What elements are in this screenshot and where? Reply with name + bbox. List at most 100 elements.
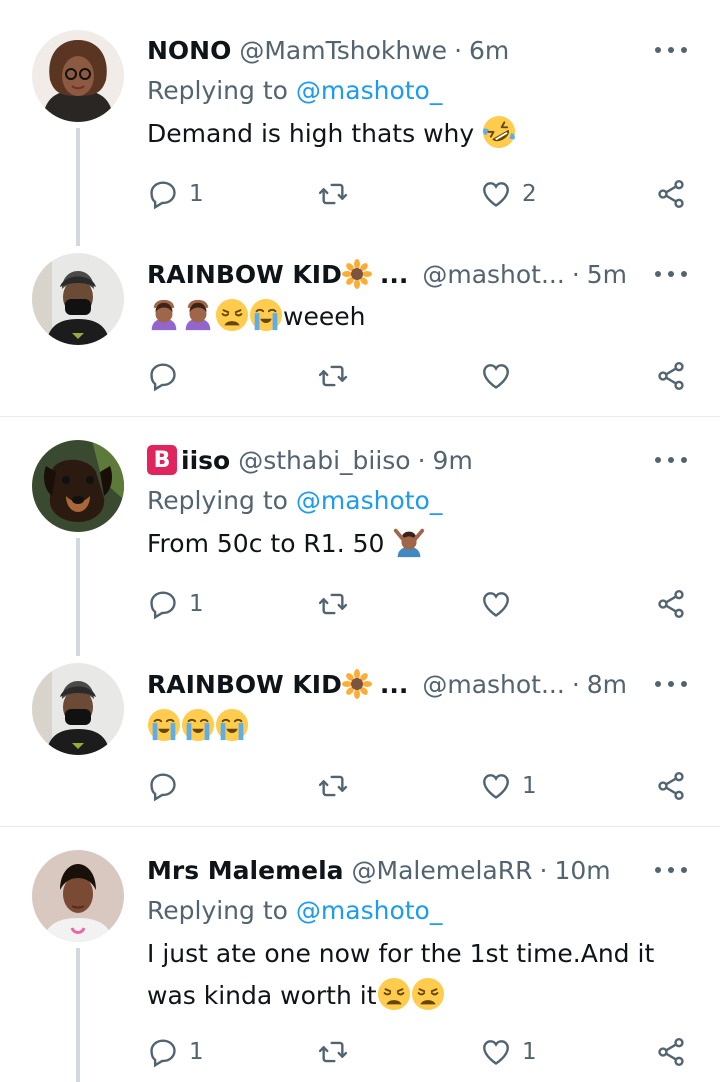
reply-count: 1 bbox=[189, 181, 204, 207]
retweet-button[interactable] bbox=[317, 584, 349, 624]
divider bbox=[0, 416, 720, 417]
avatar[interactable] bbox=[32, 850, 124, 942]
tweet-header: B iiso @sthabi_biiso · 9m bbox=[147, 443, 720, 477]
more-options-icon[interactable] bbox=[655, 674, 687, 694]
tweet-header: RAINBOW KID ... @mashot... · 5m bbox=[147, 257, 720, 291]
timestamp[interactable]: 8m bbox=[587, 670, 627, 699]
avatar[interactable] bbox=[32, 663, 124, 755]
replying-to: Replying to @mashoto_ bbox=[147, 896, 442, 925]
reply-icon bbox=[147, 770, 179, 802]
rofl-emoji bbox=[482, 115, 516, 149]
tweet-text-content: weeeh bbox=[283, 302, 366, 331]
share-button[interactable] bbox=[655, 356, 687, 396]
reply-button[interactable]: 1 bbox=[147, 174, 204, 214]
like-button[interactable]: 2 bbox=[480, 174, 537, 214]
heart-icon bbox=[480, 588, 512, 620]
avatar[interactable] bbox=[32, 30, 124, 122]
name-badge: B bbox=[147, 445, 177, 475]
like-count: 1 bbox=[522, 1039, 537, 1065]
mention-link[interactable]: @mashoto_ bbox=[296, 76, 442, 105]
retweet-icon bbox=[317, 770, 349, 802]
tweet-text bbox=[147, 706, 660, 748]
replying-label: Replying to bbox=[147, 896, 288, 925]
username[interactable]: @mashot... bbox=[422, 670, 564, 699]
username[interactable]: @mashot... bbox=[422, 260, 564, 289]
separator: · bbox=[571, 259, 580, 289]
tweet-header: NONO @MamTshokhwe · 6m bbox=[147, 33, 720, 67]
name-truncation: ... bbox=[379, 669, 409, 699]
weary-face-emoji bbox=[377, 977, 411, 1011]
reply-button[interactable]: 1 bbox=[147, 584, 204, 624]
heart-icon bbox=[480, 360, 512, 392]
tweet-text: Demand is high thats why bbox=[147, 113, 660, 155]
share-button[interactable] bbox=[655, 174, 687, 214]
separator: · bbox=[539, 855, 548, 885]
more-options-icon[interactable] bbox=[655, 40, 687, 60]
share-icon bbox=[655, 770, 687, 802]
timestamp[interactable]: 6m bbox=[469, 36, 509, 65]
retweet-button[interactable] bbox=[317, 356, 349, 396]
more-options-icon[interactable] bbox=[655, 450, 687, 470]
display-name[interactable]: Mrs Malemela bbox=[147, 856, 344, 885]
divider bbox=[0, 826, 720, 827]
retweet-icon bbox=[317, 588, 349, 620]
reply-icon bbox=[147, 360, 179, 392]
tweet-text: I just ate one now for the 1st time.And … bbox=[147, 933, 680, 1017]
loudly-crying-face-emoji bbox=[147, 708, 181, 742]
timestamp[interactable]: 5m bbox=[587, 260, 627, 289]
username[interactable]: @MalemelaRR bbox=[352, 856, 533, 885]
display-name[interactable]: iiso bbox=[181, 446, 230, 475]
reply-button[interactable]: 1 bbox=[147, 1032, 204, 1072]
replying-to: Replying to @mashoto_ bbox=[147, 76, 442, 105]
like-count: 1 bbox=[522, 773, 537, 799]
like-button[interactable]: 1 bbox=[480, 766, 537, 806]
more-options-icon[interactable] bbox=[655, 860, 687, 880]
heart-icon bbox=[480, 1036, 512, 1068]
share-button[interactable] bbox=[655, 766, 687, 806]
mention-link[interactable]: @mashoto_ bbox=[296, 896, 442, 925]
more-options-icon[interactable] bbox=[655, 264, 687, 284]
like-count: 2 bbox=[522, 181, 537, 207]
tweet-text-line-2-wrap: was kinda worth it bbox=[147, 975, 680, 1017]
reply-count: 1 bbox=[189, 591, 204, 617]
reply-button[interactable] bbox=[147, 356, 179, 396]
reply-count: 1 bbox=[189, 1039, 204, 1065]
like-button[interactable] bbox=[480, 584, 512, 624]
mention-link[interactable]: @mashoto_ bbox=[296, 486, 442, 515]
avatar[interactable] bbox=[32, 253, 124, 345]
sunflower-emoji bbox=[341, 669, 372, 699]
like-button[interactable] bbox=[480, 356, 512, 396]
heart-icon bbox=[480, 178, 512, 210]
timestamp[interactable]: 9m bbox=[433, 446, 473, 475]
weary-face-emoji bbox=[411, 977, 445, 1011]
tweet-text-content: Demand is high thats why bbox=[147, 119, 475, 148]
replying-to: Replying to @mashoto_ bbox=[147, 486, 442, 515]
loudly-crying-face-emoji bbox=[249, 298, 283, 332]
username[interactable]: @sthabi_biiso bbox=[238, 446, 410, 475]
tweet-text-line-1: I just ate one now for the 1st time.And … bbox=[147, 939, 655, 968]
replying-label: Replying to bbox=[147, 76, 288, 105]
display-name[interactable]: NONO bbox=[147, 36, 231, 65]
avatar[interactable] bbox=[32, 440, 124, 532]
like-button[interactable]: 1 bbox=[480, 1032, 537, 1072]
share-button[interactable] bbox=[655, 584, 687, 624]
timestamp[interactable]: 10m bbox=[554, 856, 610, 885]
reply-button[interactable] bbox=[147, 766, 179, 806]
display-name[interactable]: RAINBOW KID bbox=[147, 670, 342, 699]
username[interactable]: @MamTshokhwe bbox=[239, 36, 447, 65]
retweet-icon bbox=[317, 178, 349, 210]
retweet-button[interactable] bbox=[317, 766, 349, 806]
tweet-text-content: From 50c to R1. 50 bbox=[147, 529, 385, 558]
weary-face-emoji bbox=[215, 298, 249, 332]
tweet-actions: 1 2 bbox=[0, 174, 720, 214]
tweet-text-line-2: was kinda worth it bbox=[147, 981, 377, 1010]
share-icon bbox=[655, 178, 687, 210]
display-name[interactable]: RAINBOW KID bbox=[147, 260, 342, 289]
share-button[interactable] bbox=[655, 1032, 687, 1072]
reply-icon bbox=[147, 178, 179, 210]
retweet-icon bbox=[317, 360, 349, 392]
retweet-button[interactable] bbox=[317, 1032, 349, 1072]
retweet-button[interactable] bbox=[317, 174, 349, 214]
tweet-header: Mrs Malemela @MalemelaRR · 10m bbox=[147, 853, 720, 887]
man-gesturing-no-emoji bbox=[392, 525, 426, 559]
